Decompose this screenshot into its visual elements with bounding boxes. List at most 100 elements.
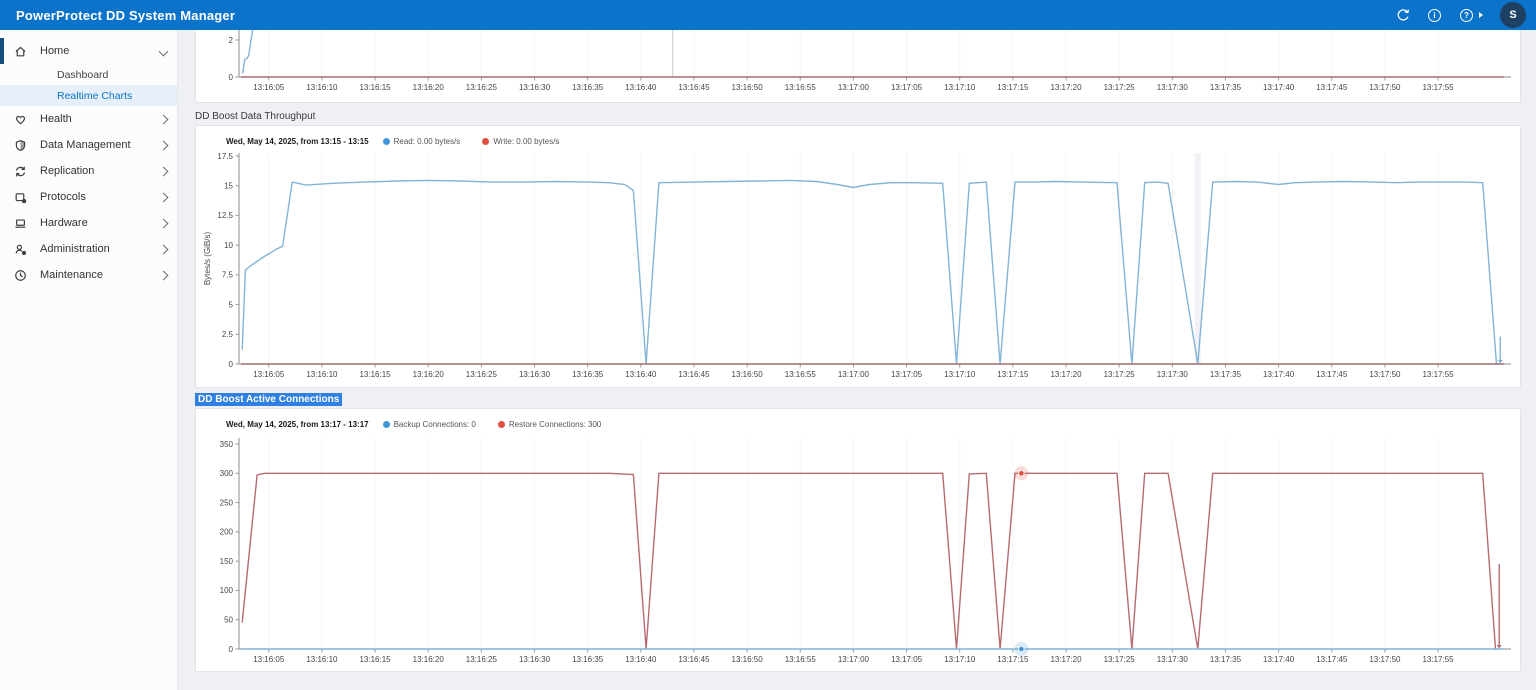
svg-text:15: 15 xyxy=(224,182,233,191)
svg-text:13:17:00: 13:17:00 xyxy=(838,655,870,664)
svg-text:13:16:50: 13:16:50 xyxy=(732,370,764,379)
legend-dot-read xyxy=(383,138,390,145)
svg-text:13:16:30: 13:16:30 xyxy=(519,83,551,92)
svg-text:13:17:05: 13:17:05 xyxy=(891,655,923,664)
svg-text:13:17:10: 13:17:10 xyxy=(944,655,976,664)
svg-text:13:17:35: 13:17:35 xyxy=(1210,655,1242,664)
sidebar-item-data-management[interactable]: Data Management xyxy=(0,132,177,158)
legend-dot-backup xyxy=(383,421,390,428)
svg-text:13:17:30: 13:17:30 xyxy=(1157,655,1189,664)
svg-text:13:16:15: 13:16:15 xyxy=(359,655,391,664)
active-indicator xyxy=(0,38,4,64)
hardware-icon xyxy=(14,217,27,230)
admin-icon xyxy=(14,243,27,256)
svg-text:13:16:30: 13:16:30 xyxy=(519,370,551,379)
sidebar-item-administration[interactable]: Administration xyxy=(0,236,177,262)
svg-text:13:17:10: 13:17:10 xyxy=(944,83,976,92)
help-icon[interactable]: ? xyxy=(1459,8,1474,23)
user-avatar[interactable]: S xyxy=(1500,2,1526,28)
legend-item-backup[interactable]: Backup Connections: 0 xyxy=(383,420,476,429)
sidebar-nav: Home Dashboard Realtime Charts Health Da… xyxy=(0,30,178,690)
svg-text:13:17:45: 13:17:45 xyxy=(1316,370,1348,379)
svg-text:13:16:10: 13:16:10 xyxy=(306,370,338,379)
chart-title-connections: DD Boost Active Connections xyxy=(195,393,342,406)
refresh-icon[interactable] xyxy=(1395,8,1410,23)
app-title: PowerProtect DD System Manager xyxy=(16,8,235,23)
svg-text:250: 250 xyxy=(220,498,234,507)
chart-panel-throughput: Wed, May 14, 2025, from 13:15 - 13:15 Re… xyxy=(195,125,1521,388)
svg-text:13:17:45: 13:17:45 xyxy=(1316,655,1348,664)
svg-text:13:16:10: 13:16:10 xyxy=(306,83,338,92)
svg-text:13:16:25: 13:16:25 xyxy=(466,370,498,379)
svg-text:0: 0 xyxy=(229,360,234,369)
legend-item-read[interactable]: Read: 0.00 bytes/s xyxy=(383,137,461,146)
svg-text:13:16:20: 13:16:20 xyxy=(413,83,445,92)
svg-text:13:16:25: 13:16:25 xyxy=(466,655,498,664)
chevron-down-icon xyxy=(159,46,169,56)
sidebar-item-replication[interactable]: Replication xyxy=(0,158,177,184)
top-chart[interactable]: 13:16:0513:16:1013:16:1513:16:2013:16:25… xyxy=(196,30,1522,103)
svg-text:13:17:55: 13:17:55 xyxy=(1422,370,1454,379)
svg-text:13:17:40: 13:17:40 xyxy=(1263,83,1295,92)
sidebar-item-maintenance[interactable]: Maintenance xyxy=(0,262,177,288)
svg-text:13:16:50: 13:16:50 xyxy=(732,83,764,92)
svg-text:13:16:40: 13:16:40 xyxy=(625,370,657,379)
svg-text:13:16:05: 13:16:05 xyxy=(253,370,285,379)
svg-text:7.5: 7.5 xyxy=(222,271,234,280)
sidebar-item-protocols[interactable]: Protocols xyxy=(0,184,177,210)
svg-text:13:17:20: 13:17:20 xyxy=(1050,370,1082,379)
svg-text:13:16:40: 13:16:40 xyxy=(625,655,657,664)
svg-text:13:17:55: 13:17:55 xyxy=(1422,83,1454,92)
info-icon[interactable]: i xyxy=(1427,8,1442,23)
svg-text:2.5: 2.5 xyxy=(222,330,234,339)
chevron-right-icon xyxy=(159,140,169,150)
app-header: PowerProtect DD System Manager i ? S xyxy=(0,0,1536,30)
svg-text:350: 350 xyxy=(220,440,234,449)
svg-text:13:17:25: 13:17:25 xyxy=(1104,655,1136,664)
home-icon xyxy=(14,45,27,58)
shield-icon xyxy=(14,139,27,152)
sidebar-item-home[interactable]: Home xyxy=(0,38,177,64)
svg-text:13:16:50: 13:16:50 xyxy=(732,655,764,664)
svg-text:200: 200 xyxy=(220,528,234,537)
svg-text:0: 0 xyxy=(229,73,234,82)
svg-text:13:16:55: 13:16:55 xyxy=(785,83,817,92)
sidebar-item-dashboard[interactable]: Dashboard xyxy=(0,64,177,85)
throughput-chart[interactable]: 13:16:0513:16:1013:16:1513:16:2013:16:25… xyxy=(196,153,1522,383)
protocols-icon xyxy=(14,191,27,204)
svg-text:13:16:20: 13:16:20 xyxy=(413,370,445,379)
svg-text:13:16:35: 13:16:35 xyxy=(572,83,604,92)
header-actions: i ? S xyxy=(1395,0,1526,30)
legend-dot-restore xyxy=(498,421,505,428)
svg-text:13:17:50: 13:17:50 xyxy=(1369,370,1401,379)
svg-text:300: 300 xyxy=(220,469,234,478)
svg-text:13:17:45: 13:17:45 xyxy=(1316,83,1348,92)
svg-text:13:17:40: 13:17:40 xyxy=(1263,370,1295,379)
legend-row: Wed, May 14, 2025, from 13:15 - 13:15 Re… xyxy=(226,137,581,146)
chart-panel-connections: Wed, May 14, 2025, from 13:17 - 13:17 Ba… xyxy=(195,408,1521,672)
sidebar-item-health[interactable]: Health xyxy=(0,106,177,132)
svg-text:13:17:50: 13:17:50 xyxy=(1369,83,1401,92)
clock-icon xyxy=(14,269,27,282)
svg-text:13:16:55: 13:16:55 xyxy=(785,370,817,379)
chart-panel-top: 13:16:0513:16:1013:16:1513:16:2013:16:25… xyxy=(195,30,1521,103)
legend-item-write[interactable]: Write: 0.00 bytes/s xyxy=(482,137,559,146)
chevron-right-icon xyxy=(159,166,169,176)
legend-item-restore[interactable]: Restore Connections: 300 xyxy=(498,420,602,429)
svg-text:13:17:15: 13:17:15 xyxy=(997,83,1029,92)
svg-text:13:17:15: 13:17:15 xyxy=(997,655,1029,664)
svg-text:13:16:05: 13:16:05 xyxy=(253,655,285,664)
chevron-right-icon xyxy=(159,192,169,202)
connections-chart[interactable]: 13:16:0513:16:1013:16:1513:16:2013:16:25… xyxy=(196,438,1522,669)
svg-text:13:17:50: 13:17:50 xyxy=(1369,655,1401,664)
svg-text:Bytes/s (GiB/s): Bytes/s (GiB/s) xyxy=(203,231,212,285)
sidebar-item-hardware[interactable]: Hardware xyxy=(0,210,177,236)
sidebar-item-realtime-charts[interactable]: Realtime Charts xyxy=(0,85,177,106)
svg-text:13:17:25: 13:17:25 xyxy=(1104,370,1136,379)
svg-text:150: 150 xyxy=(220,557,234,566)
svg-text:13:17:25: 13:17:25 xyxy=(1104,83,1136,92)
svg-text:13:17:00: 13:17:00 xyxy=(838,370,870,379)
svg-text:13:16:45: 13:16:45 xyxy=(678,655,710,664)
chart-timestamp: Wed, May 14, 2025, from 13:17 - 13:17 xyxy=(226,420,369,429)
svg-text:13:16:05: 13:16:05 xyxy=(253,83,285,92)
